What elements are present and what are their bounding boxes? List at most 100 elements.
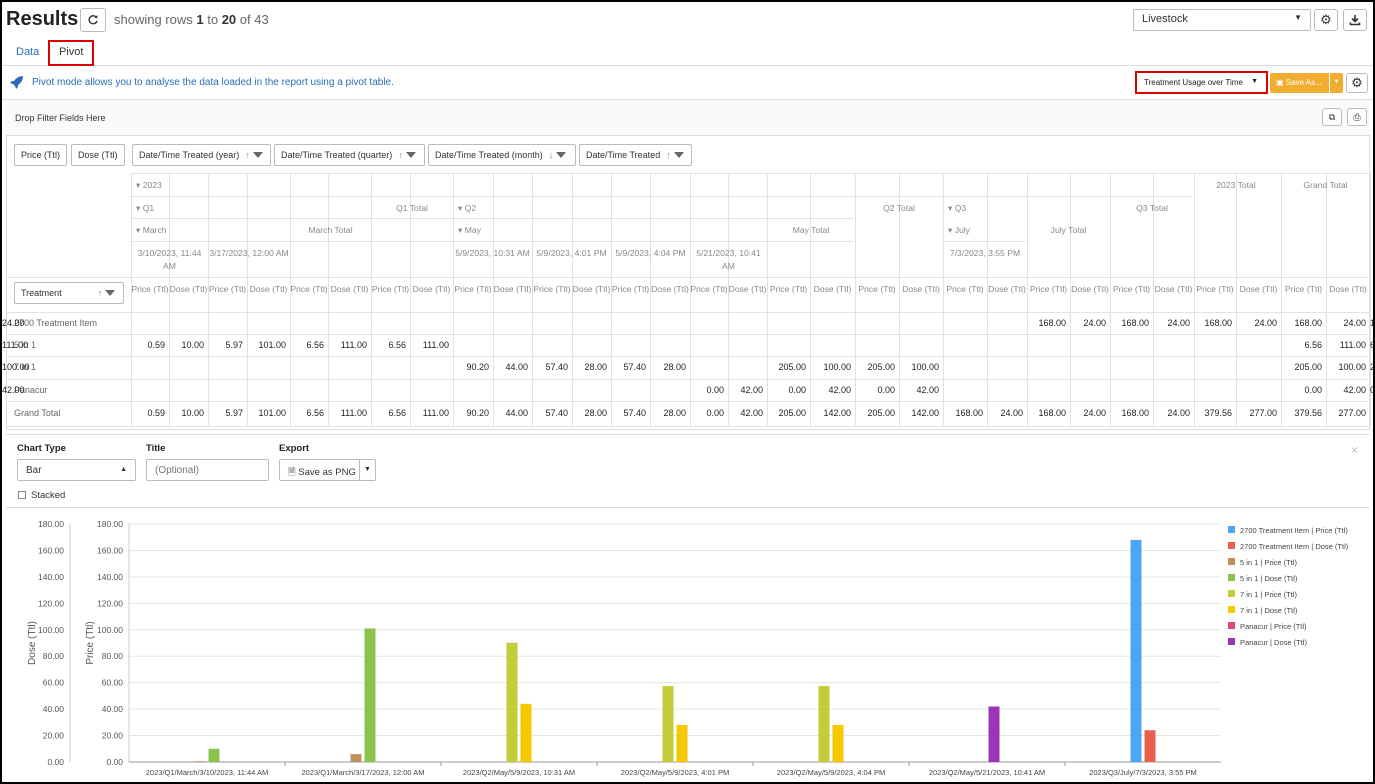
save-as-dropdown[interactable]: ▼ (1329, 73, 1343, 93)
legend-item[interactable]: 2700 Treatment Item | Price (Ttl) (1240, 526, 1348, 535)
pivot-value (410, 379, 453, 401)
y-tick-left: 60.00 (43, 678, 65, 688)
pivot-value: 10.00 (181, 408, 204, 418)
x-tick-label: 2023/Q3/July/7/3/2023, 3:55 PM (1089, 768, 1197, 777)
column-field-year[interactable]: Date/Time Treated (year) ↑ (132, 144, 271, 166)
x-tick-label: 2023/Q2/May/5/9/2023, 10:31 AM (463, 768, 575, 777)
x-tick-label: 2023/Q1/March/3/10/2023, 11:44 AM (146, 768, 268, 777)
chart-title-input[interactable] (146, 459, 269, 481)
pivot-value (371, 356, 410, 379)
pivot-value: 111.00 (2, 340, 29, 350)
pivot-value: 100.00 (2, 362, 30, 372)
pivot-value: 24.00 (1343, 318, 1366, 328)
export-table-button[interactable]: ⎙ (1347, 108, 1367, 126)
pivot-value (572, 379, 611, 401)
year-total-header: 2023 Total (1216, 180, 1256, 190)
pivot-value (728, 334, 767, 356)
save-png-dropdown[interactable]: ▼ (359, 460, 375, 480)
measure-header: Price (Ttl) (454, 284, 492, 294)
dataset-select[interactable]: Livestock ▼ (1133, 9, 1311, 31)
y-tick-left: 0.00 (47, 757, 64, 767)
y-tick-right: 120.00 (97, 598, 123, 608)
pivot-value (767, 334, 810, 356)
field-label: Date/Time Treated (586, 150, 661, 160)
sort-icon[interactable]: ↑ (245, 150, 250, 160)
quarter-header: ▾ Q1 (136, 203, 155, 213)
pivot-value: 24.00 (1167, 318, 1190, 328)
pivot-value (943, 379, 987, 401)
legend-item[interactable]: 2700 Treatment Item | Dose (Ttl) (1240, 542, 1349, 551)
column-field-month[interactable]: Date/Time Treated (month) ↓ (428, 144, 576, 166)
pivot-value (987, 356, 1027, 379)
measure-header: Dose (Ttl) (902, 284, 940, 294)
sort-icon[interactable]: ↑ (398, 150, 403, 160)
column-field-quarter[interactable]: Date/Time Treated (quarter) ↑ (274, 144, 425, 166)
chart-type-select[interactable]: Bar ▲ (17, 459, 136, 481)
chart-type-value: Bar (26, 465, 42, 476)
row-field-treatment[interactable]: Treatment ↑ (14, 282, 124, 304)
pivot-value: 168.00 (1204, 318, 1232, 328)
save-as-button[interactable]: ▣ Save As... ▼ (1270, 73, 1343, 93)
sort-icon[interactable]: ↓ (549, 150, 554, 160)
sort-icon[interactable]: ↑ (98, 288, 103, 298)
refresh-button[interactable] (80, 8, 106, 32)
x-tick-label: 2023/Q2/May/5/9/2023, 4:04 PM (777, 768, 885, 777)
measure-header: Price (Ttl) (290, 284, 328, 294)
pivot-value (899, 312, 943, 334)
y-axis-label-left: Dose (Ttl) (27, 621, 38, 665)
tab-pivot[interactable]: Pivot (48, 40, 95, 66)
filter-icon[interactable] (405, 151, 416, 158)
value-field-dose[interactable]: Dose (Ttl) (71, 144, 125, 166)
pivot-value: 168.00 (955, 408, 983, 418)
pivot-value (899, 334, 943, 356)
pivot-value (1110, 356, 1153, 379)
legend-item[interactable]: 5 in 1 | Price (Ttl) (1240, 558, 1297, 567)
pivot-value: 28.00 (584, 362, 607, 372)
download-button[interactable] (1343, 9, 1367, 31)
pivot-value (1194, 356, 1236, 379)
pivot-value (855, 312, 899, 334)
quarter-total-header: Q3 Total (1136, 203, 1168, 213)
pivot-value (650, 379, 690, 401)
sort-icon[interactable]: ↑ (666, 150, 671, 160)
y-tick-left: 160.00 (38, 545, 64, 555)
pivot-value (943, 356, 987, 379)
legend-item[interactable]: Panacur | Price (Ttl) (1240, 622, 1307, 631)
legend-item[interactable]: 7 in 1 | Price (Ttl) (1240, 590, 1297, 599)
tab-data[interactable]: Data (8, 42, 47, 66)
filter-icon[interactable] (105, 289, 116, 296)
filter-icon[interactable] (556, 151, 567, 158)
pivot-value: 6.56 (306, 340, 324, 350)
pivot-settings-button[interactable]: ⚙ (1346, 73, 1368, 93)
pivot-value (328, 312, 371, 334)
pivot-value (493, 334, 532, 356)
filter-icon[interactable] (673, 151, 684, 158)
stacked-checkbox[interactable] (18, 491, 26, 499)
column-field-datetime[interactable]: Date/Time Treated ↑ (579, 144, 692, 166)
close-chart-icon[interactable]: × (1351, 443, 1358, 457)
pivot-value: 379.56 (1294, 408, 1322, 418)
legend-item[interactable]: 5 in 1 | Dose (Ttl) (1240, 574, 1298, 583)
pivot-value (290, 379, 328, 401)
pivot-value (1194, 379, 1236, 401)
copy-button[interactable]: ⧉ (1322, 108, 1342, 126)
pivot-config-value: Treatment Usage over Time (1144, 78, 1243, 87)
pivot-value (453, 379, 493, 401)
bar-chart: 0.00 0.00 20.00 20.00 40.00 40.00 60.00 60.00 80… (27, 519, 1349, 777)
pivot-value (1027, 334, 1070, 356)
legend-item[interactable]: Panacur | Dose (Ttl) (1240, 638, 1307, 647)
measure-header: Dose (Ttl) (1239, 284, 1278, 294)
legend-item[interactable]: 7 in 1 | Dose (Ttl) (1240, 606, 1298, 615)
pivot-value (1153, 356, 1194, 379)
filter-drop-zone[interactable]: Drop Filter Fields Here ⧉ ⎙ (6, 100, 1370, 136)
pivot-value: 6.56 (306, 408, 324, 418)
y-tick-left: 140.00 (38, 572, 64, 582)
pivot-config-select[interactable]: Treatment Usage over Time ▼ (1135, 71, 1268, 94)
pivot-value (290, 312, 328, 334)
filter-icon[interactable] (252, 151, 263, 158)
save-png-button[interactable]: 🗎 Save as PNG ▼ (279, 459, 376, 481)
value-field-price[interactable]: Price (Ttl) (14, 144, 67, 166)
pivot-value: 57.40 (545, 408, 568, 418)
settings-button[interactable]: ⚙ (1314, 9, 1338, 31)
month-header: ▾ March (136, 225, 167, 235)
